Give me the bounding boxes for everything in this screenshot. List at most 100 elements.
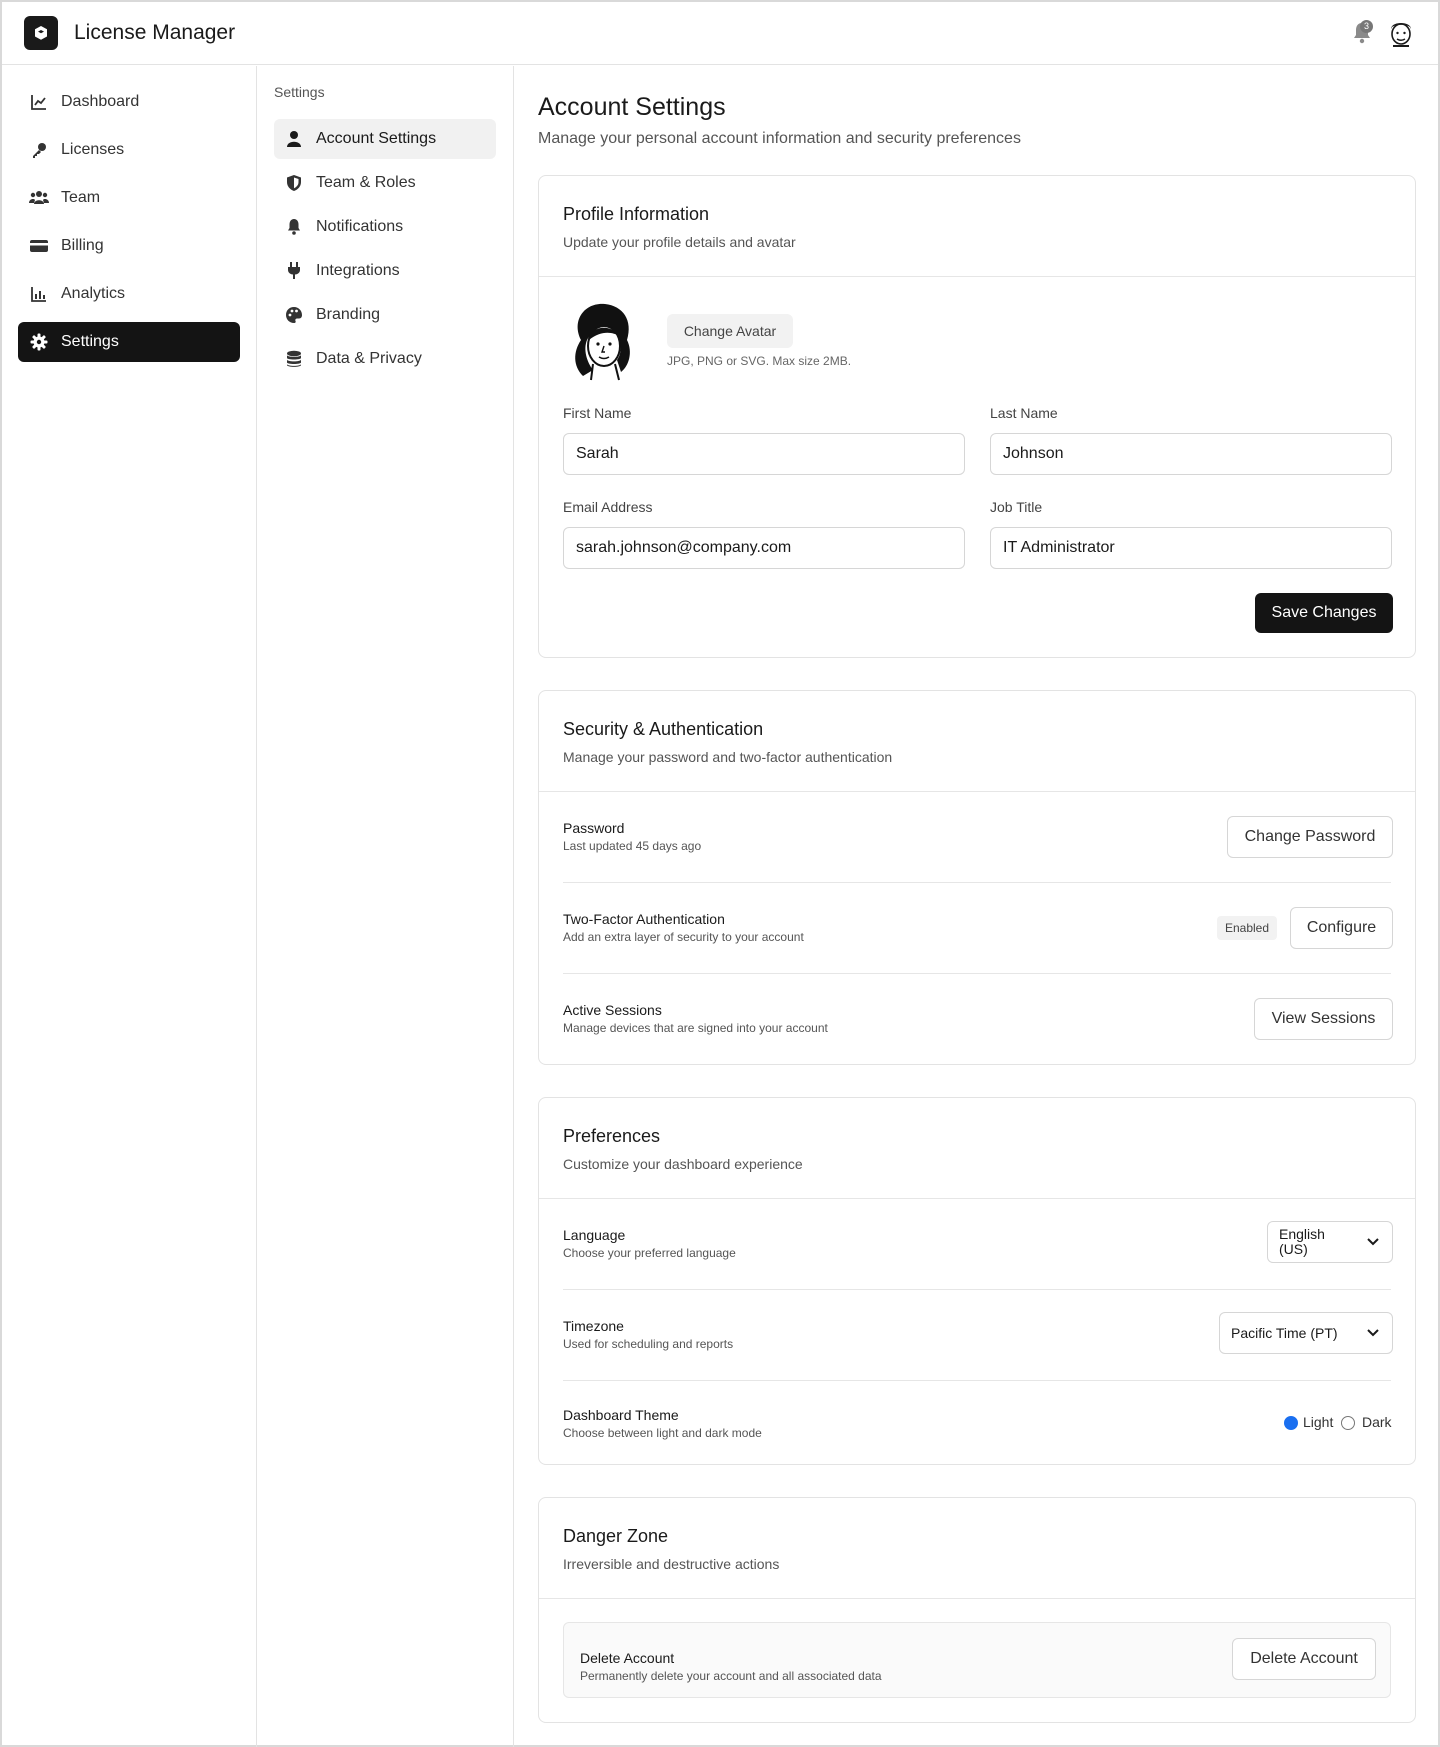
language-select[interactable]: English (US) <box>1267 1221 1393 1263</box>
subnav-item-label: Account Settings <box>316 130 437 147</box>
card-subtitle: Manage your password and two-factor auth… <box>563 749 893 765</box>
preferences-card: Preferences Customize your dashboard exp… <box>538 1097 1416 1465</box>
password-row-subtitle: Last updated 45 days ago <box>563 839 702 853</box>
theme-light-label[interactable]: Light <box>1303 1414 1333 1430</box>
email-label: Email Address <box>563 499 653 515</box>
timezone-select[interactable]: Pacific Time (PT) <box>1219 1312 1393 1354</box>
card-title: Danger Zone <box>563 1526 669 1546</box>
card-title: Security & Authentication <box>563 719 764 739</box>
database-icon <box>284 349 304 369</box>
first-name-label: First Name <box>563 405 632 421</box>
divider <box>539 276 1415 277</box>
app-title: License Manager <box>74 21 236 44</box>
notification-count-badge: 3 <box>1360 20 1373 33</box>
avatar-hint: JPG, PNG or SVG. Max size 2MB. <box>667 354 852 368</box>
sidebar-item-settings[interactable]: Settings <box>18 322 240 362</box>
sidebar-item-licenses[interactable]: Licenses <box>18 130 240 170</box>
credit-card-icon <box>29 236 49 256</box>
language-select-value: English (US) <box>1279 1226 1325 1257</box>
status-badge: Enabled <box>1217 916 1277 940</box>
sidebar-item-label: Analytics <box>61 285 126 302</box>
divider <box>563 1380 1391 1381</box>
last-name-label: Last Name <box>990 405 1058 421</box>
subnav-item-notifications[interactable]: Notifications <box>274 207 496 247</box>
profile-card: Profile Information Update your profile … <box>538 175 1416 658</box>
delete-account-subtitle: Permanently delete your account and all … <box>580 1669 882 1683</box>
page-title: Account Settings <box>538 93 726 121</box>
job-title-field[interactable] <box>990 527 1392 569</box>
first-name-field[interactable] <box>563 433 965 475</box>
chart-line-icon <box>29 92 49 112</box>
main-sidebar: Dashboard Licenses Team Billing Analytic… <box>2 66 257 1747</box>
delete-account-title: Delete Account <box>580 1650 675 1666</box>
plug-icon <box>284 261 304 281</box>
subnav-item-integrations[interactable]: Integrations <box>274 251 496 291</box>
sidebar-item-label: Settings <box>61 333 119 350</box>
subnav-item-label: Integrations <box>316 262 400 279</box>
sidebar-item-label: Team <box>61 189 101 206</box>
theme-dark-label[interactable]: Dark <box>1362 1414 1392 1430</box>
user-icon <box>284 129 304 149</box>
subnav-item-label: Notifications <box>316 218 404 235</box>
save-changes-button[interactable]: Save Changes <box>1255 593 1393 633</box>
timezone-row-subtitle: Used for scheduling and reports <box>563 1337 734 1351</box>
password-row-title: Password <box>563 820 625 836</box>
subnav-item-team-roles[interactable]: Team & Roles <box>274 163 496 203</box>
theme-light-radio[interactable] <box>1284 1416 1298 1430</box>
top-bar: License Manager 3 <box>2 2 1438 65</box>
active-sessions-row-title: Active Sessions <box>563 1002 662 1018</box>
active-sessions-row-subtitle: Manage devices that are signed into your… <box>563 1021 828 1035</box>
two-factor-row-title: Two-Factor Authentication <box>563 911 725 927</box>
divider <box>563 882 1391 883</box>
card-subtitle: Customize your dashboard experience <box>563 1156 803 1172</box>
subnav-item-branding[interactable]: Branding <box>274 295 496 335</box>
language-row-subtitle: Choose your preferred language <box>563 1246 736 1260</box>
sidebar-item-team[interactable]: Team <box>18 178 240 218</box>
delete-account-button[interactable]: Delete Account <box>1232 1638 1376 1680</box>
theme-row-subtitle: Choose between light and dark mode <box>563 1426 762 1440</box>
user-avatar[interactable] <box>1384 16 1418 50</box>
language-row-title: Language <box>563 1227 626 1243</box>
sidebar-item-billing[interactable]: Billing <box>18 226 240 266</box>
shield-icon <box>284 173 304 193</box>
sidebar-item-label: Billing <box>61 237 104 254</box>
sidebar-item-label: Licenses <box>61 141 125 158</box>
theme-dark-radio[interactable] <box>1341 1416 1355 1430</box>
settings-subnav: Settings Account Settings Team & Roles N… <box>258 66 514 1747</box>
chevron-down-icon <box>1367 1238 1379 1246</box>
change-avatar-button[interactable]: Change Avatar <box>667 314 793 348</box>
cube-icon[interactable] <box>24 16 58 50</box>
delete-account-panel: Delete Account Permanently delete your a… <box>563 1622 1391 1698</box>
timezone-select-value: Pacific Time (PT) <box>1231 1325 1338 1341</box>
two-factor-row-subtitle: Add an extra layer of security to your a… <box>563 930 804 944</box>
job-title-label: Job Title <box>990 499 1043 515</box>
subnav-item-account-settings[interactable]: Account Settings <box>274 119 496 159</box>
configure-button[interactable]: Configure <box>1290 907 1393 949</box>
divider <box>539 791 1415 792</box>
card-subtitle: Update your profile details and avatar <box>563 234 796 250</box>
theme-row-title: Dashboard Theme <box>563 1407 679 1423</box>
sidebar-item-label: Dashboard <box>61 93 140 110</box>
view-sessions-button[interactable]: View Sessions <box>1254 998 1393 1040</box>
palette-icon <box>284 305 304 325</box>
email-field[interactable] <box>563 527 965 569</box>
card-title: Profile Information <box>563 204 710 224</box>
change-password-button[interactable]: Change Password <box>1227 816 1393 858</box>
last-name-field[interactable] <box>990 433 1392 475</box>
chevron-down-icon <box>1367 1329 1379 1337</box>
timezone-row-title: Timezone <box>563 1318 624 1334</box>
sidebar-item-analytics[interactable]: Analytics <box>18 274 240 314</box>
subnav-heading: Settings <box>274 84 325 100</box>
gear-icon <box>29 332 49 352</box>
subnav-item-data-privacy[interactable]: Data & Privacy <box>274 339 496 379</box>
key-icon <box>29 140 49 160</box>
users-icon <box>29 188 49 208</box>
sidebar-item-dashboard[interactable]: Dashboard <box>18 82 240 122</box>
subnav-item-label: Team & Roles <box>316 174 416 191</box>
page-subtitle: Manage your personal account information… <box>538 130 1021 147</box>
bell-icon <box>284 217 304 237</box>
profile-avatar <box>563 300 639 382</box>
divider <box>539 1598 1415 1599</box>
card-title: Preferences <box>563 1126 661 1146</box>
app-window: License Manager 3 Dashboard Licenses Tea… <box>0 0 1440 1747</box>
